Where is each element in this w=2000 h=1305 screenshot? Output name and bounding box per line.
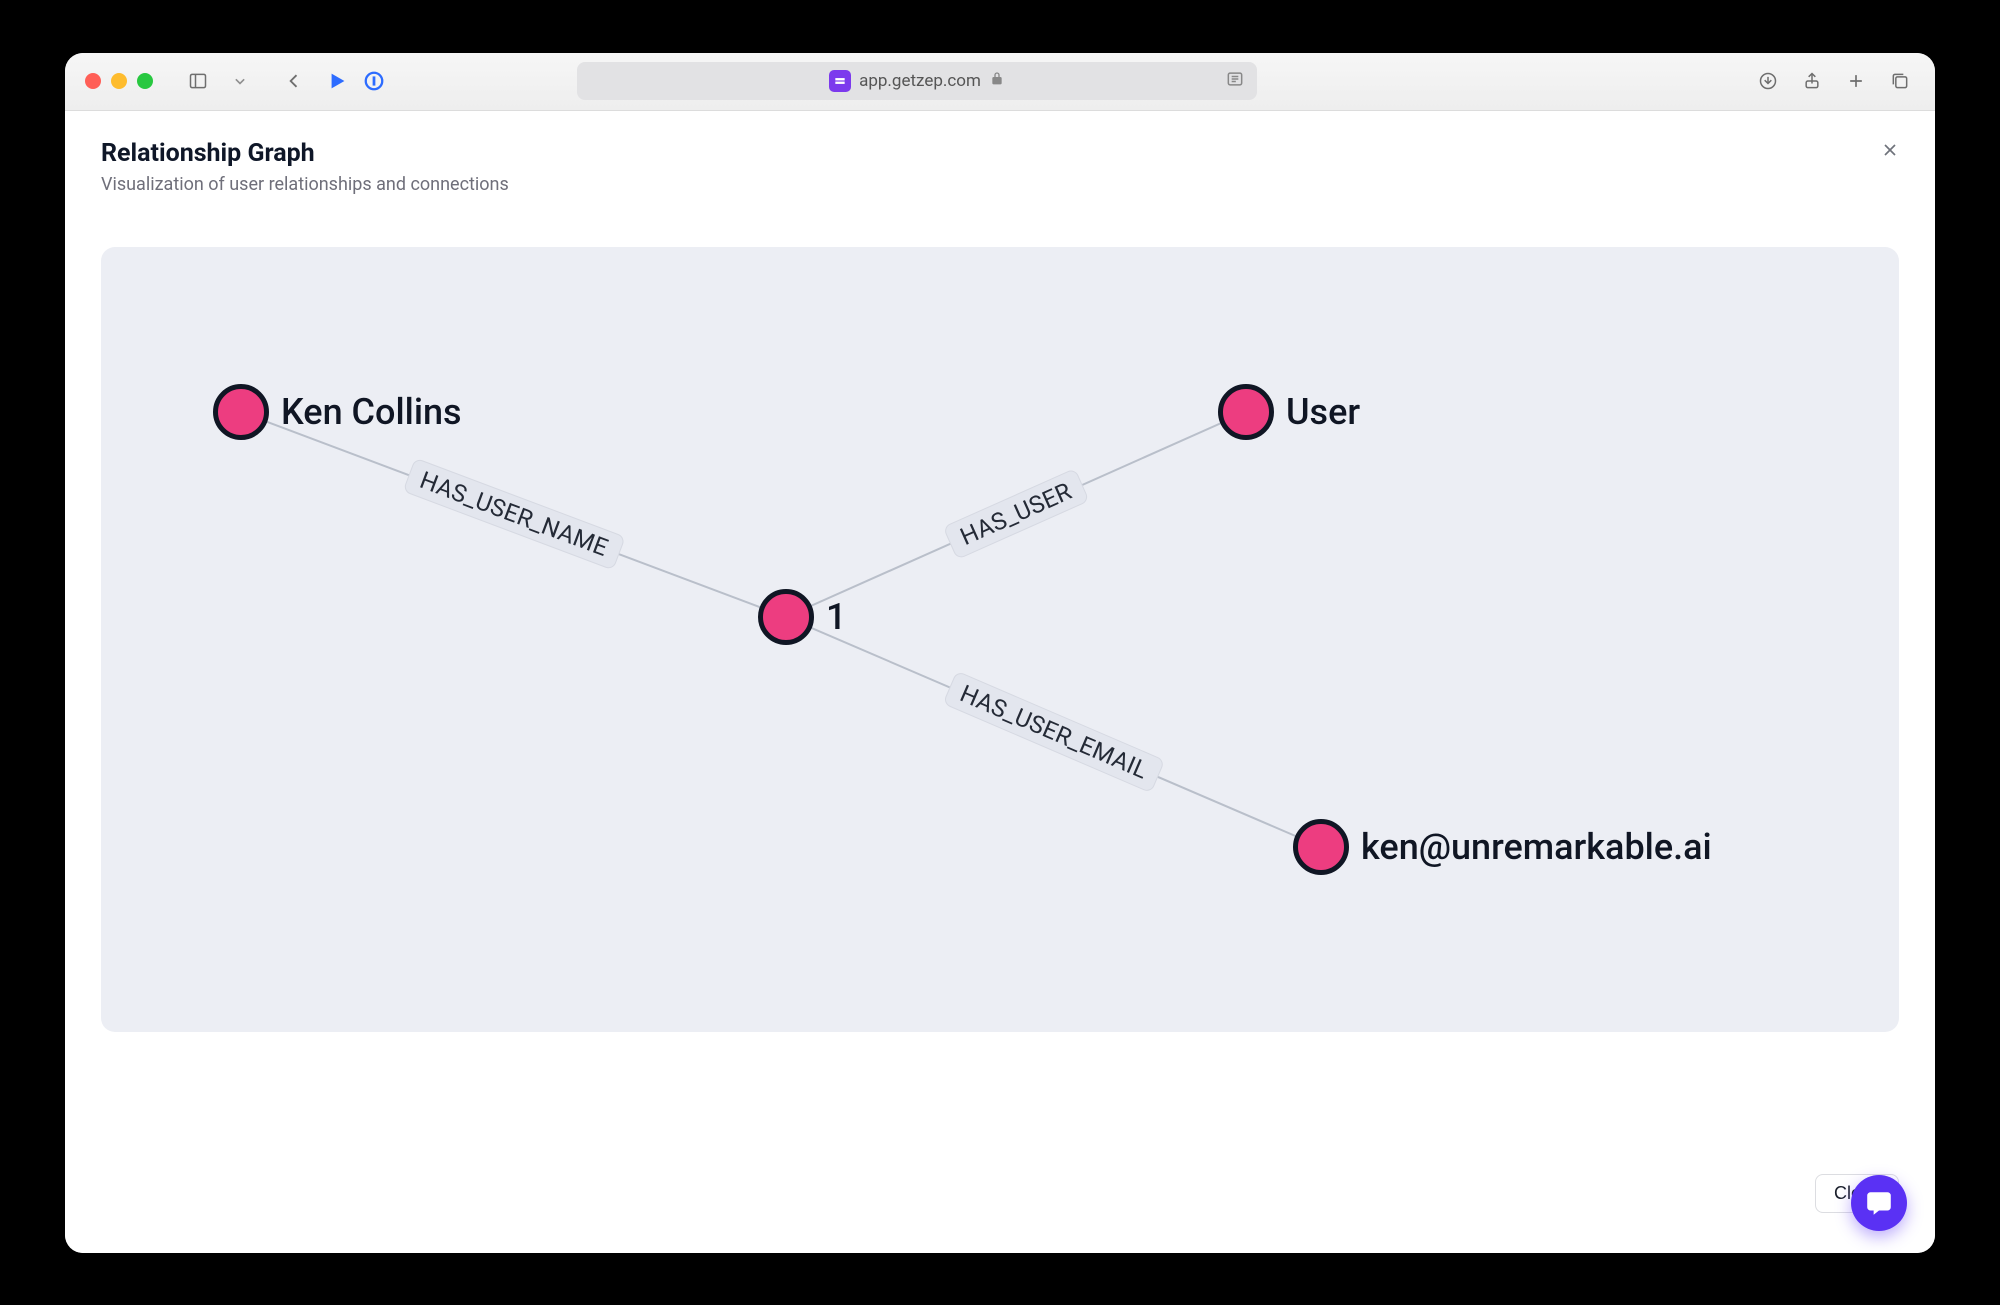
intercom-launcher[interactable] — [1851, 1175, 1907, 1231]
browser-chrome: app.getzep.com — [65, 53, 1935, 111]
browser-window: app.getzep.com Relationship G — [65, 53, 1935, 1253]
site-favicon — [829, 70, 851, 92]
traffic-lights — [85, 73, 153, 89]
node-circle[interactable] — [1218, 384, 1274, 440]
modal-header: Relationship Graph Visualization of user… — [65, 111, 1935, 207]
graph-node[interactable]: ken@unremarkable.ai — [1293, 819, 1712, 875]
extension-icon-2[interactable] — [363, 70, 385, 92]
window-minimize-button[interactable] — [111, 73, 127, 89]
new-tab-button[interactable] — [1841, 66, 1871, 96]
modal-close-x[interactable] — [1875, 135, 1905, 165]
address-url: app.getzep.com — [859, 71, 981, 91]
graph-node[interactable]: Ken Collins — [213, 384, 462, 440]
sidebar-toggle-button[interactable] — [183, 66, 213, 96]
downloads-button[interactable] — [1753, 66, 1783, 96]
node-label: Ken Collins — [281, 391, 462, 433]
back-button[interactable] — [279, 66, 309, 96]
graph-node[interactable]: 1 — [758, 589, 846, 645]
tab-group-dropdown[interactable] — [225, 66, 255, 96]
node-circle[interactable] — [758, 589, 814, 645]
node-label: ken@unremarkable.ai — [1361, 826, 1712, 868]
share-button[interactable] — [1797, 66, 1827, 96]
node-label: User — [1286, 391, 1360, 433]
modal-content: Relationship Graph Visualization of user… — [65, 111, 1935, 1253]
modal-subtitle: Visualization of user relationships and … — [101, 174, 1899, 195]
graph-node[interactable]: User — [1218, 384, 1360, 440]
node-circle[interactable] — [1293, 819, 1349, 875]
modal-title: Relationship Graph — [101, 139, 1899, 168]
node-circle[interactable] — [213, 384, 269, 440]
window-close-button[interactable] — [85, 73, 101, 89]
lock-icon — [989, 71, 1005, 92]
node-label: 1 — [826, 596, 846, 638]
reader-mode-icon[interactable] — [1225, 69, 1245, 94]
tabs-overview-button[interactable] — [1885, 66, 1915, 96]
chrome-right-actions — [1753, 66, 1915, 96]
address-bar[interactable]: app.getzep.com — [577, 62, 1257, 100]
graph-canvas[interactable]: HAS_USER_NAMEHAS_USERHAS_USER_EMAILKen C… — [101, 247, 1899, 1032]
window-zoom-button[interactable] — [137, 73, 153, 89]
extension-icon-1[interactable] — [327, 70, 349, 92]
